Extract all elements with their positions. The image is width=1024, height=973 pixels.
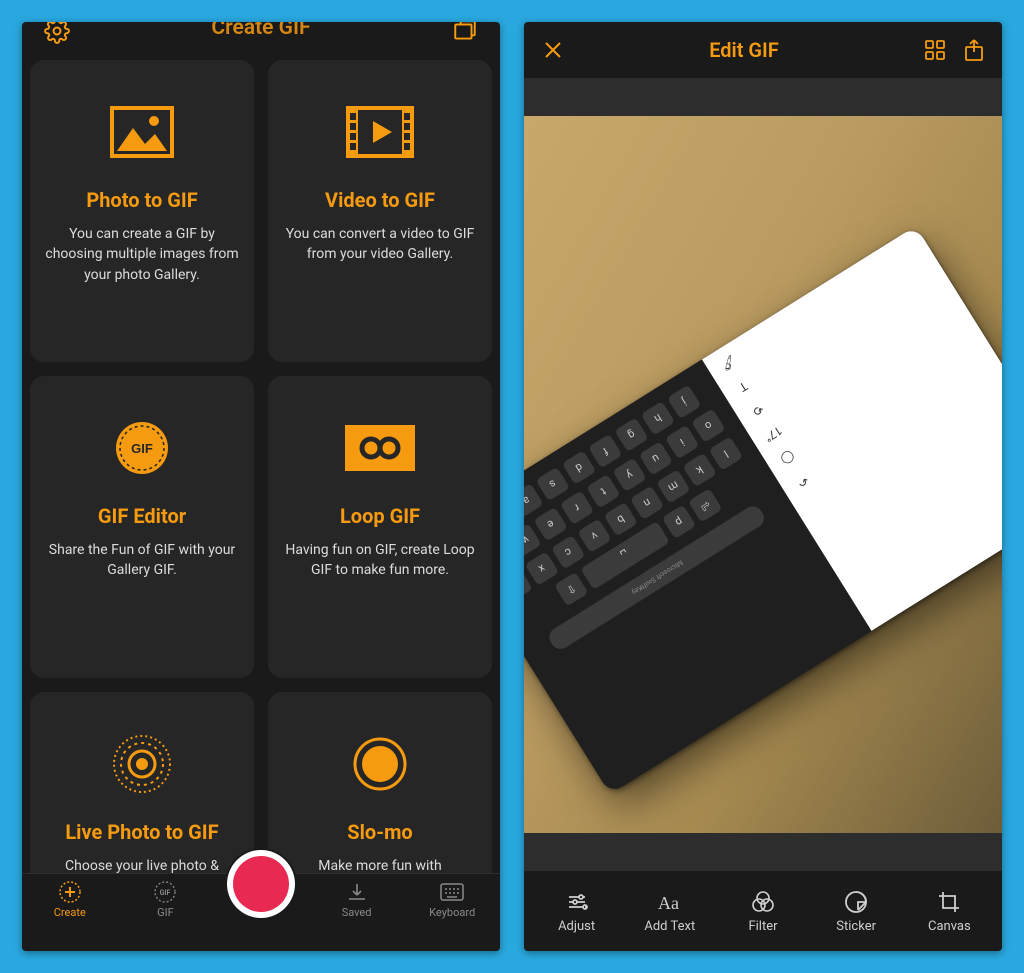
loop-icon [345, 398, 415, 498]
sticker-icon [844, 889, 868, 915]
keyboard-icon [440, 880, 464, 904]
lower-band [524, 833, 1002, 871]
download-icon [346, 880, 368, 904]
card-video-to-gif[interactable]: Video to GIF You can convert a video to … [268, 60, 492, 362]
svg-text:GIF: GIF [131, 441, 153, 456]
page-title: Create GIF [211, 22, 310, 40]
tool-filter[interactable]: Filter [720, 889, 806, 934]
edit-toolbar: Adjust Aa Add Text Filter Sticker Canvas [524, 871, 1002, 951]
card-photo-to-gif[interactable]: Photo to GIF You can create a GIF by cho… [30, 60, 254, 362]
gif-preview[interactable]: ⌫asdfghj qwertyuio zxcvbnmkl ⇧␣p⏎ Micros… [524, 116, 1002, 833]
venn-icon [750, 889, 776, 915]
tool-label: Sticker [836, 919, 876, 934]
plus-burst-icon [57, 880, 83, 904]
card-title: GIF Editor [98, 504, 186, 528]
tool-add-text[interactable]: Aa Add Text [627, 889, 713, 934]
svg-text:GIF: GIF [160, 889, 171, 897]
circle-icon [351, 714, 409, 814]
record-button[interactable] [227, 850, 295, 918]
header: Edit GIF [524, 22, 1002, 78]
card-title: Video to GIF [325, 188, 435, 212]
card-loop-gif[interactable]: Loop GIF Having fun on GIF, create Loop … [268, 376, 492, 678]
gear-icon[interactable] [44, 22, 70, 44]
tool-label: Canvas [928, 919, 971, 934]
card-title: Loop GIF [340, 504, 420, 528]
card-title: Photo to GIF [86, 188, 197, 212]
card-title: Live Photo to GIF [65, 820, 218, 844]
card-grid: Photo to GIF You can create a GIF by cho… [22, 54, 500, 873]
card-live-photo-to-gif[interactable]: Live Photo to GIF Choose your live photo… [30, 692, 254, 873]
screen-create-gif: Create GIF Photo to GIF You can create a… [22, 22, 500, 951]
keyboard-brand-label: Microsoft SwiftKey [630, 559, 684, 597]
preview-subject-phone: ⌫asdfghj qwertyuio zxcvbnmkl ⇧␣p⏎ Micros… [524, 226, 1002, 794]
share-icon[interactable] [964, 38, 984, 62]
tab-label: Saved [342, 906, 372, 919]
tool-adjust[interactable]: Adjust [534, 889, 620, 934]
tool-label: Adjust [558, 919, 595, 934]
text-icon: Aa [656, 889, 684, 915]
tool-label: Filter [748, 919, 777, 934]
tool-canvas[interactable]: Canvas [906, 889, 992, 934]
image-icon [110, 82, 174, 182]
card-slo-mo[interactable]: Slo-mo Make more fun with [268, 692, 492, 873]
tab-label: Create [54, 906, 86, 919]
svg-text:Aa: Aa [658, 893, 679, 913]
header: Create GIF [22, 22, 500, 54]
gallery-icon[interactable] [452, 22, 478, 44]
card-desc: You can convert a video to GIF from your… [282, 224, 478, 265]
live-photo-icon [111, 714, 173, 814]
card-desc: Make more fun with [318, 856, 441, 873]
sliders-icon [565, 889, 589, 915]
grid-icon[interactable] [924, 39, 946, 61]
bottom-tabbar: Create GIF GIF Saved Keyboard [22, 873, 500, 951]
upper-band [524, 78, 1002, 116]
tool-label: Add Text [644, 919, 695, 934]
tab-saved[interactable]: Saved [317, 880, 397, 919]
tab-label: Keyboard [429, 906, 475, 919]
card-gif-editor[interactable]: GIF GIF Editor Share the Fun of GIF with… [30, 376, 254, 678]
crop-icon [937, 889, 961, 915]
card-desc: You can create a GIF by choosing multipl… [44, 224, 240, 285]
video-play-icon [346, 82, 414, 182]
record-icon [233, 856, 289, 912]
close-icon[interactable] [542, 39, 564, 61]
gif-badge-icon: GIF [113, 398, 171, 498]
card-title: Slo-mo [347, 820, 412, 844]
tab-keyboard[interactable]: Keyboard [412, 880, 492, 919]
card-desc: Having fun on GIF, create Loop GIF to ma… [282, 540, 478, 581]
tab-label: GIF [157, 906, 174, 919]
tab-gif[interactable]: GIF GIF [125, 880, 205, 919]
page-title: Edit GIF [709, 38, 779, 62]
card-desc: Share the Fun of GIF with your Gallery G… [44, 540, 240, 581]
card-desc: Choose your live photo & [65, 856, 219, 873]
gif-burst-icon: GIF [152, 880, 178, 904]
tool-sticker[interactable]: Sticker [813, 889, 899, 934]
tab-create[interactable]: Create [30, 880, 110, 919]
screen-edit-gif: Edit GIF ⌫asdfghj qwertyuio zxcvbnmkl ⇧␣… [524, 22, 1002, 951]
